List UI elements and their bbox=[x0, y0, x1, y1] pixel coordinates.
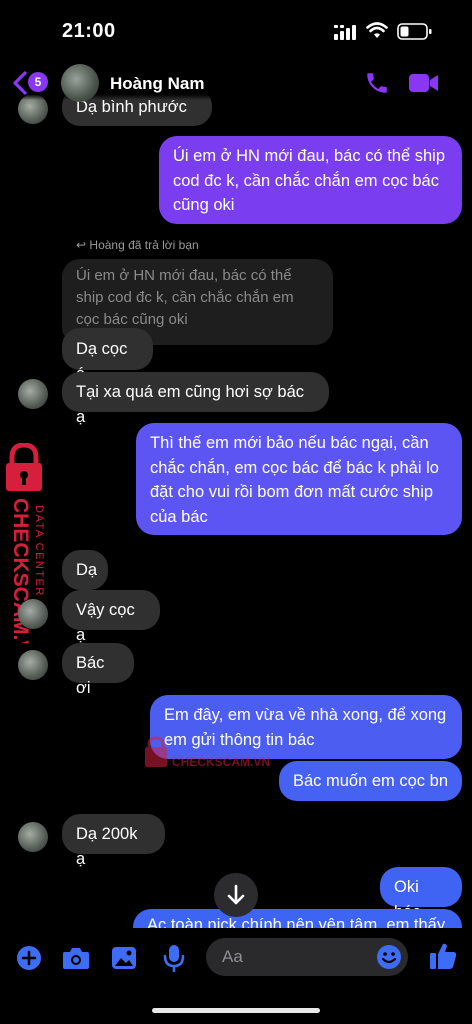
arrow-down-icon bbox=[227, 884, 245, 905]
gallery-icon[interactable] bbox=[111, 945, 137, 971]
contact-name[interactable]: Hoàng Nam bbox=[110, 74, 204, 94]
microphone-icon[interactable] bbox=[163, 944, 185, 972]
sender-avatar[interactable] bbox=[18, 599, 48, 629]
sender-avatar[interactable] bbox=[18, 650, 48, 680]
status-bar: 21:00 bbox=[0, 0, 472, 56]
sender-avatar[interactable] bbox=[18, 379, 48, 409]
watermark-brand: CHECKSCAM.VN bbox=[172, 755, 270, 769]
message-input[interactable]: Aa bbox=[206, 938, 408, 976]
message-text: Dạ 200k ạ bbox=[76, 825, 138, 868]
reply-label: Hoàng đã trả lời bạn bbox=[89, 238, 199, 252]
camera-icon[interactable] bbox=[62, 946, 90, 970]
incoming-message[interactable]: Vậy cọc ạ bbox=[62, 590, 160, 644]
message-text: Thì thế em mới bảo nếu bác ngại, cần chắ… bbox=[150, 434, 439, 526]
incoming-message[interactable]: Dạ bbox=[62, 550, 108, 590]
incoming-message[interactable]: Dạ 200k ạ bbox=[62, 814, 165, 868]
message-text: Dạ bbox=[76, 561, 98, 579]
sender-avatar[interactable] bbox=[18, 822, 48, 852]
incoming-message[interactable]: Tại xa quá em cũng hơi sợ bác ạ bbox=[62, 372, 329, 426]
back-chevron-icon[interactable] bbox=[12, 70, 28, 96]
message-text: Vậy cọc ạ bbox=[76, 601, 135, 644]
thumbs-up-icon[interactable] bbox=[428, 941, 458, 971]
status-time: 21:00 bbox=[62, 20, 116, 42]
plus-circle-icon[interactable] bbox=[16, 945, 42, 971]
outgoing-message[interactable]: Thì thế em mới bảo nếu bác ngại, cần chắ… bbox=[136, 423, 462, 535]
battery-icon bbox=[397, 23, 432, 40]
message-composer: Aa bbox=[0, 928, 472, 1024]
checkscam-watermark: CHECKSCAM.VN bbox=[145, 736, 270, 769]
scroll-to-bottom-button[interactable] bbox=[214, 873, 258, 917]
quoted-text: Úi em ở HN mới đau, bác có thể ship cod … bbox=[76, 267, 294, 328]
wifi-icon bbox=[366, 22, 388, 38]
phone-call-icon[interactable] bbox=[364, 70, 390, 96]
message-text: Tại xa quá em cũng hơi sợ bác ạ bbox=[76, 383, 305, 426]
home-indicator bbox=[152, 1008, 320, 1013]
incoming-message[interactable]: Bác ơi bbox=[62, 643, 134, 697]
watermark-tag: DATA CENTER bbox=[33, 505, 45, 597]
message-placeholder: Aa bbox=[222, 947, 243, 966]
reply-indicator: ↩ Hoàng đã trả lời bạn bbox=[76, 238, 199, 252]
outgoing-message[interactable]: Oki bác bbox=[380, 867, 462, 921]
outgoing-message[interactable]: Bác muốn em cọc bn bbox=[279, 761, 462, 801]
contact-avatar[interactable] bbox=[61, 64, 99, 102]
message-text: Dạ bình phước bbox=[76, 98, 187, 116]
message-text: Bác ơi bbox=[76, 654, 105, 697]
emoji-icon[interactable] bbox=[376, 944, 402, 970]
message-text: Bác muốn em cọc bn bbox=[293, 772, 448, 790]
reply-arrow-icon: ↩ bbox=[76, 238, 87, 252]
outgoing-message[interactable]: Úi em ở HN mới đau, bác có thể ship cod … bbox=[159, 136, 462, 224]
message-text: Úi em ở HN mới đau, bác có thể ship cod … bbox=[173, 147, 445, 214]
cellular-signal-icon bbox=[334, 25, 356, 40]
video-call-icon[interactable] bbox=[408, 72, 440, 94]
incoming-message[interactable]: Dạ cọc á bbox=[62, 328, 153, 383]
unread-count-badge[interactable]: 5 bbox=[28, 72, 48, 92]
